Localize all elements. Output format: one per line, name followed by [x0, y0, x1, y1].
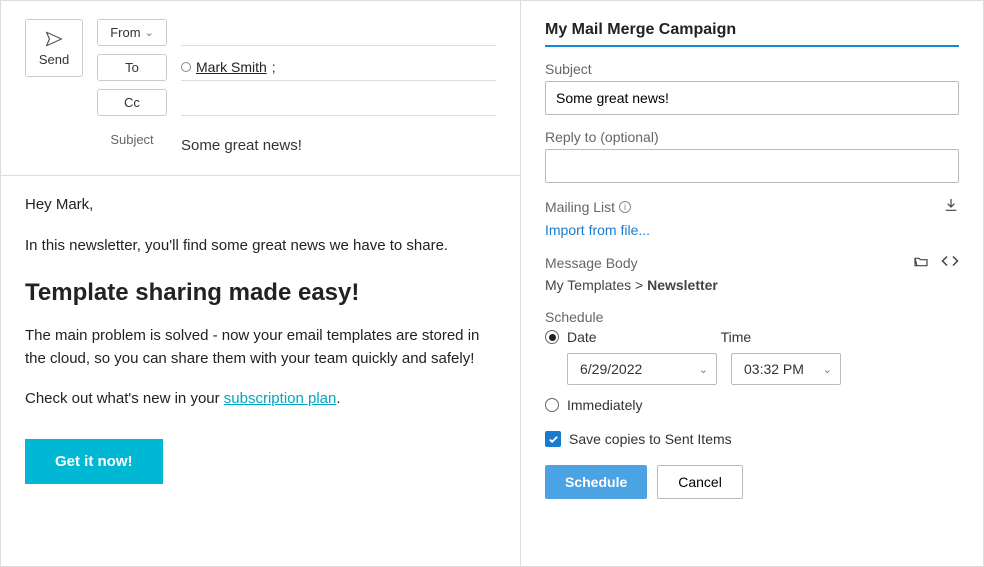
chevron-down-icon: ⌄: [145, 26, 154, 39]
to-label: To: [125, 60, 139, 75]
date-value: 6/29/2022: [580, 361, 642, 377]
to-button[interactable]: To: [97, 54, 167, 81]
subject-input[interactable]: [545, 81, 959, 115]
time-label: Time: [721, 329, 752, 345]
info-icon[interactable]: i: [619, 201, 631, 213]
from-field[interactable]: [181, 19, 496, 46]
compose-pane: Send From ⌄ To Cc Subject: [1, 1, 521, 566]
download-icon[interactable]: [943, 197, 959, 216]
panel-title: My Mail Merge Campaign: [545, 21, 959, 47]
send-button[interactable]: Send: [25, 19, 83, 77]
radio-immediately[interactable]: Immediately: [545, 397, 959, 413]
mailing-list-label: Mailing List: [545, 199, 615, 215]
save-copies-checkbox[interactable]: Save copies to Sent Items: [545, 431, 959, 447]
cc-label: Cc: [124, 95, 140, 110]
cc-field[interactable]: [181, 89, 496, 116]
subscription-plan-link[interactable]: subscription plan: [224, 390, 337, 407]
radio-immediately-label: Immediately: [567, 397, 642, 413]
send-icon: [44, 30, 64, 48]
recipient-chip[interactable]: Mark Smith;: [181, 59, 276, 75]
radio-date[interactable]: Date Time: [545, 329, 959, 345]
get-it-now-button[interactable]: Get it now!: [25, 439, 163, 484]
presence-icon: [181, 62, 191, 72]
code-icon[interactable]: [941, 254, 959, 271]
import-from-file-link[interactable]: Import from file...: [545, 222, 650, 238]
save-copies-label: Save copies to Sent Items: [569, 431, 732, 447]
schedule-label: Schedule: [545, 309, 959, 325]
divider: [1, 175, 520, 176]
body-para1: The main problem is solved - now your em…: [25, 325, 496, 370]
cc-button[interactable]: Cc: [97, 89, 167, 116]
send-label: Send: [39, 52, 69, 67]
template-breadcrumb: My Templates > Newsletter: [545, 277, 959, 293]
subject-field-value[interactable]: Some great news!: [181, 132, 496, 159]
body-intro: In this newsletter, you'll find some gre…: [25, 235, 496, 258]
radio-icon: [545, 398, 559, 412]
date-select[interactable]: 6/29/2022 ⌄: [567, 353, 717, 385]
reply-to-label: Reply to (optional): [545, 129, 959, 145]
time-value: 03:32 PM: [744, 361, 804, 377]
chevron-down-icon: ⌄: [699, 363, 708, 376]
body-greeting: Hey Mark,: [25, 194, 496, 217]
recipient-name: Mark Smith: [196, 59, 267, 75]
radio-icon-checked: [545, 330, 559, 344]
mail-merge-panel: My Mail Merge Campaign Subject Reply to …: [521, 1, 983, 566]
chevron-down-icon: ⌄: [823, 363, 832, 376]
reply-to-input[interactable]: [545, 149, 959, 183]
crumb-root[interactable]: My Templates: [545, 277, 631, 293]
from-label: From: [110, 25, 140, 40]
crumb-active: Newsletter: [647, 277, 718, 293]
folder-icon[interactable]: [913, 254, 929, 271]
message-body-label: Message Body: [545, 255, 638, 271]
radio-date-label: Date: [567, 329, 597, 345]
to-field[interactable]: Mark Smith;: [181, 54, 496, 81]
body-headline: Template sharing made easy!: [25, 275, 496, 311]
from-button[interactable]: From ⌄: [97, 19, 167, 46]
schedule-button[interactable]: Schedule: [545, 465, 647, 499]
subject-label: Subject: [545, 61, 959, 77]
subject-header-label: Subject: [97, 132, 167, 147]
checkbox-icon-checked: [545, 431, 561, 447]
cancel-button[interactable]: Cancel: [657, 465, 743, 499]
body-para2: Check out what's new in your subscriptio…: [25, 388, 496, 411]
message-body-preview: Hey Mark, In this newsletter, you'll fin…: [25, 194, 496, 484]
time-select[interactable]: 03:32 PM ⌄: [731, 353, 841, 385]
